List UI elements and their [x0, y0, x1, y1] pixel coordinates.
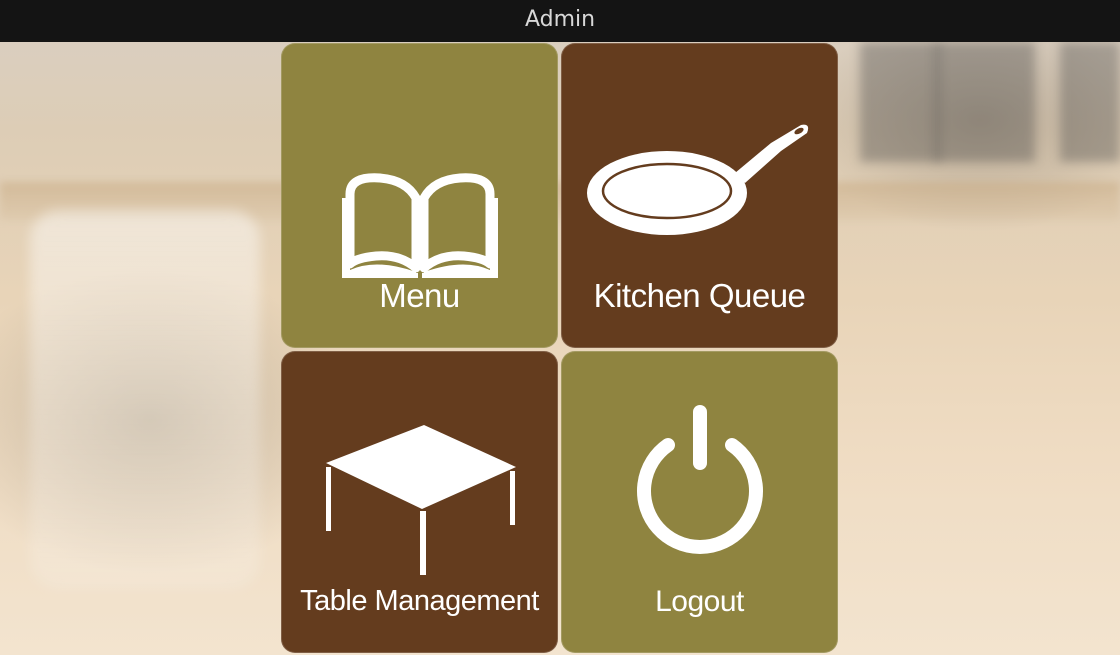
title-bar: Admin — [0, 0, 1120, 42]
logout-tile-button[interactable]: Logout — [561, 351, 838, 653]
table-management-tile-button[interactable]: Table Management — [281, 351, 558, 653]
menu-tile-button[interactable]: Menu — [281, 43, 558, 348]
kitchen-queue-tile-label: Kitchen Queue — [593, 277, 806, 314]
background-window-pane — [935, 42, 1035, 162]
power-icon — [561, 403, 838, 563]
window-title: Admin — [524, 7, 596, 32]
background-glass-jar — [30, 210, 260, 590]
frying-pan-icon — [561, 121, 838, 251]
background-window-pane — [1060, 42, 1120, 162]
book-icon — [281, 168, 558, 283]
kitchen-queue-tile-button[interactable]: Kitchen Queue — [561, 43, 838, 348]
app-window: Admin Menu Kitchen Queue Table Managemen… — [0, 0, 1120, 655]
menu-tile-label: Menu — [379, 277, 460, 314]
table-management-tile-label: Table Management — [300, 585, 539, 617]
background-window-pane — [860, 42, 940, 162]
table-icon — [281, 423, 558, 578]
logout-tile-label: Logout — [655, 585, 744, 618]
